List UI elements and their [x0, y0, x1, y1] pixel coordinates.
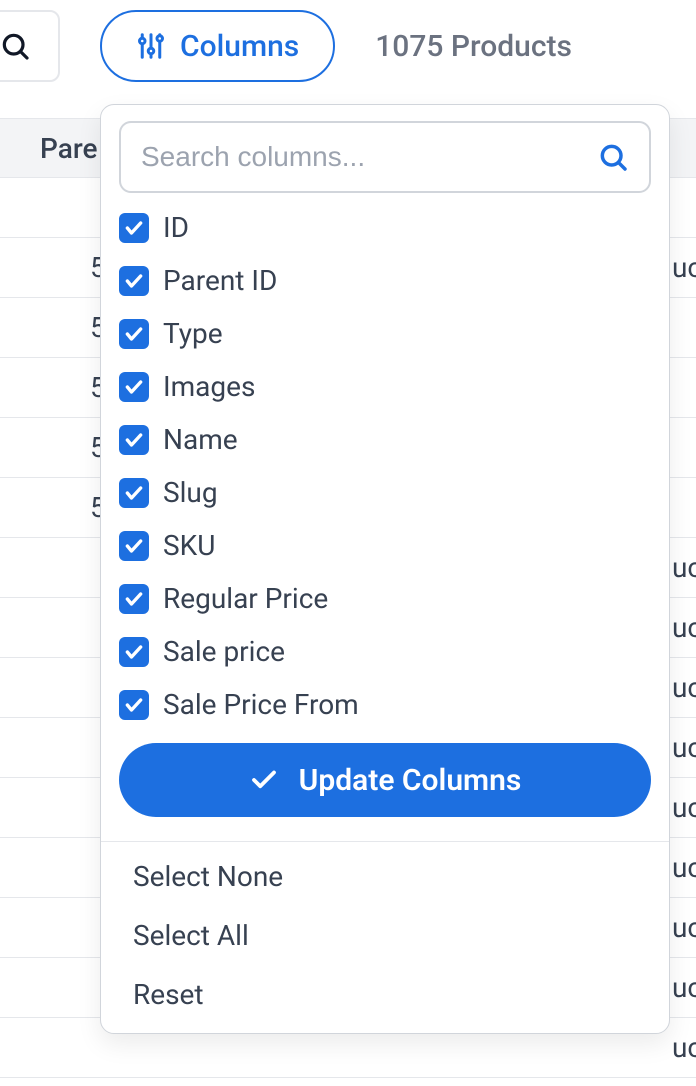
checkbox[interactable] [119, 372, 149, 402]
table-cell-right: uc [672, 551, 696, 584]
column-check-label: Slug [163, 476, 218, 509]
column-check-item[interactable]: Slug [119, 476, 651, 509]
update-columns-button[interactable]: Update Columns [119, 743, 651, 817]
sliders-icon [136, 31, 166, 61]
check-icon [124, 218, 144, 238]
checkbox[interactable] [119, 266, 149, 296]
table-cell-right: uc [672, 851, 696, 884]
check-icon [124, 695, 144, 715]
check-icon [124, 589, 144, 609]
toolbar: Columns 1075 Products [0, 0, 696, 92]
checkbox[interactable] [119, 319, 149, 349]
table-cell-right: uc [672, 611, 696, 644]
check-icon [124, 324, 144, 344]
column-check-item[interactable]: SKU [119, 529, 651, 562]
checkbox[interactable] [119, 425, 149, 455]
search-icon [597, 141, 629, 173]
search-columns-input[interactable] [141, 141, 597, 173]
search-icon [0, 30, 31, 62]
columns-dropdown: ID Parent ID Type Images Name Slug SKU Regular … [100, 104, 670, 1034]
column-check-label: Parent ID [163, 264, 277, 297]
table-cell-right: uc [672, 791, 696, 824]
column-check-item[interactable]: Parent ID [119, 264, 651, 297]
table-cell-right: uc [672, 911, 696, 944]
column-checklist: ID Parent ID Type Images Name Slug SKU Regular … [101, 203, 669, 721]
table-cell-right: uc [672, 971, 696, 1004]
check-icon [124, 430, 144, 450]
column-check-item[interactable]: Type [119, 317, 651, 350]
checkbox[interactable] [119, 690, 149, 720]
check-icon [124, 536, 144, 556]
column-check-label: Images [163, 370, 255, 403]
columns-button[interactable]: Columns [100, 10, 335, 82]
action-list: Select None Select All Reset [101, 842, 669, 1029]
check-icon [124, 483, 144, 503]
column-check-label: Name [163, 423, 238, 456]
table-header-label: Pare [40, 132, 97, 165]
column-check-label: Type [163, 317, 223, 350]
column-check-item[interactable]: Name [119, 423, 651, 456]
column-check-item[interactable]: Sale Price From [119, 688, 651, 721]
column-check-label: Sale Price From [163, 688, 359, 721]
table-cell-right: uc [672, 671, 696, 704]
column-check-label: SKU [163, 529, 215, 562]
column-check-label: Regular Price [163, 582, 328, 615]
table-cell-right: uc [672, 1031, 696, 1064]
checkbox[interactable] [119, 213, 149, 243]
column-check-label: ID [163, 211, 189, 244]
check-icon [124, 642, 144, 662]
reset-action[interactable]: Reset [133, 978, 637, 1011]
column-check-item[interactable]: Regular Price [119, 582, 651, 615]
column-check-item[interactable]: Sale price [119, 635, 651, 668]
select-none-action[interactable]: Select None [133, 860, 637, 893]
table-cell-right: uc [672, 251, 696, 284]
check-icon [249, 765, 279, 795]
table-cell-right: uc [672, 731, 696, 764]
search-button[interactable] [0, 10, 60, 82]
product-count: 1075 Products [375, 29, 572, 64]
search-columns-wrapper [119, 121, 651, 193]
checkbox[interactable] [119, 637, 149, 667]
column-check-label: Sale price [163, 635, 285, 668]
checkbox[interactable] [119, 584, 149, 614]
column-check-item[interactable]: ID [119, 211, 651, 244]
column-check-item[interactable]: Images [119, 370, 651, 403]
checkbox[interactable] [119, 478, 149, 508]
checkbox[interactable] [119, 531, 149, 561]
update-columns-label: Update Columns [299, 763, 522, 798]
columns-button-label: Columns [180, 29, 299, 64]
check-icon [124, 377, 144, 397]
check-icon [124, 271, 144, 291]
select-all-action[interactable]: Select All [133, 919, 637, 952]
